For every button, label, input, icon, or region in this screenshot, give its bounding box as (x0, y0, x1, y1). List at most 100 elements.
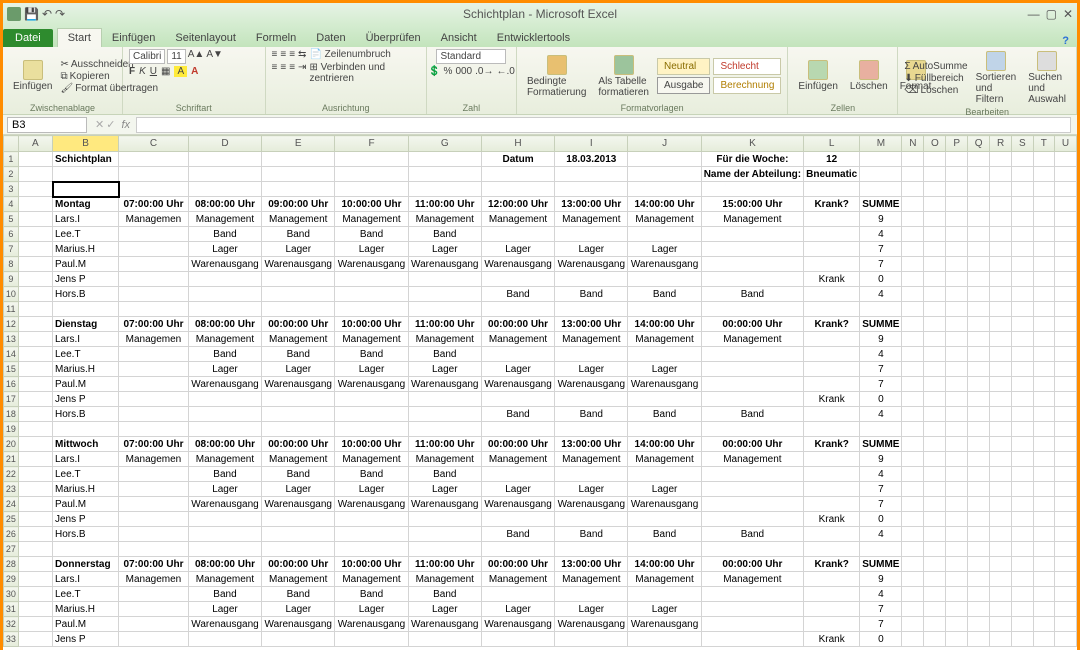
cell-K11[interactable] (701, 302, 803, 317)
cell-T18[interactable] (1033, 407, 1054, 422)
cell-J14[interactable] (628, 347, 701, 362)
cell-U24[interactable] (1054, 497, 1076, 512)
cell-R26[interactable] (990, 527, 1012, 542)
cell-S12[interactable] (1012, 317, 1034, 332)
cell-E31[interactable]: Lager (262, 602, 335, 617)
cell-A11[interactable] (18, 302, 52, 317)
cell-H29[interactable]: Management (481, 572, 554, 587)
cell-N3[interactable] (902, 182, 924, 197)
cell-B4[interactable]: Montag (53, 197, 119, 212)
cell-Q5[interactable] (968, 212, 990, 227)
cell-I18[interactable]: Band (555, 407, 628, 422)
cell-K12[interactable]: 00:00:00 Uhr (701, 317, 803, 332)
cell-G29[interactable]: Management (408, 572, 481, 587)
cell-H16[interactable]: Warenausgang (481, 377, 554, 392)
cell-A10[interactable] (18, 287, 52, 302)
cell-B32[interactable]: Paul.M (53, 617, 119, 632)
cell-L33[interactable]: Krank (804, 632, 860, 647)
cell-S10[interactable] (1012, 287, 1034, 302)
cell-M27[interactable] (860, 542, 902, 557)
cell-I17[interactable] (555, 392, 628, 407)
cell-R9[interactable] (990, 272, 1012, 287)
cell-A8[interactable] (18, 257, 52, 272)
cell-L32[interactable] (804, 617, 860, 632)
cell-U13[interactable] (1054, 332, 1076, 347)
cell-F3[interactable] (335, 182, 408, 197)
row-header[interactable]: 28 (4, 557, 19, 572)
cell-E25[interactable] (262, 512, 335, 527)
col-header-G[interactable]: G (408, 136, 481, 152)
worksheet[interactable]: ABCDEFGHIJKLMNOPQRSTU1SchichtplanDatum18… (3, 135, 1077, 650)
cell-U31[interactable] (1054, 602, 1076, 617)
cell-C13[interactable]: Managemen (119, 332, 189, 347)
cell-S2[interactable] (1012, 167, 1034, 182)
cell-E24[interactable]: Warenausgang (262, 497, 335, 512)
cell-R23[interactable] (990, 482, 1012, 497)
cell-O10[interactable] (924, 287, 946, 302)
cell-S13[interactable] (1012, 332, 1034, 347)
cell-Q33[interactable] (968, 632, 990, 647)
cell-O32[interactable] (924, 617, 946, 632)
cell-I13[interactable]: Management (555, 332, 628, 347)
row-header[interactable]: 2 (4, 167, 19, 182)
cell-G23[interactable]: Lager (408, 482, 481, 497)
cell-Q16[interactable] (968, 377, 990, 392)
row-header[interactable]: 15 (4, 362, 19, 377)
cell-C17[interactable] (119, 392, 189, 407)
cell-S33[interactable] (1012, 632, 1034, 647)
cell-D8[interactable]: Warenausgang (188, 257, 261, 272)
cell-T7[interactable] (1033, 242, 1054, 257)
cell-T10[interactable] (1033, 287, 1054, 302)
cell-G10[interactable] (408, 287, 481, 302)
cell-C30[interactable] (119, 587, 189, 602)
cell-K14[interactable] (701, 347, 803, 362)
cell-P31[interactable] (946, 602, 968, 617)
row-header[interactable]: 23 (4, 482, 19, 497)
cell-F11[interactable] (335, 302, 408, 317)
cell-N10[interactable] (902, 287, 924, 302)
cell-K1[interactable]: Für die Woche: (701, 152, 803, 167)
cell-O4[interactable] (924, 197, 946, 212)
tab-review[interactable]: Überprüfen (356, 29, 431, 47)
cell-H11[interactable] (481, 302, 554, 317)
cell-Q31[interactable] (968, 602, 990, 617)
cell-N25[interactable] (902, 512, 924, 527)
cell-D17[interactable] (188, 392, 261, 407)
cell-Q26[interactable] (968, 527, 990, 542)
cell-B11[interactable] (53, 302, 119, 317)
cell-S23[interactable] (1012, 482, 1034, 497)
cell-N26[interactable] (902, 527, 924, 542)
cell-U3[interactable] (1054, 182, 1076, 197)
cell-L26[interactable] (804, 527, 860, 542)
cell-F29[interactable]: Management (335, 572, 408, 587)
cell-L23[interactable] (804, 482, 860, 497)
cell-R7[interactable] (990, 242, 1012, 257)
cell-R4[interactable] (990, 197, 1012, 212)
tab-data[interactable]: Daten (306, 29, 355, 47)
cell-B33[interactable]: Jens P (53, 632, 119, 647)
cell-J30[interactable] (628, 587, 701, 602)
cell-O9[interactable] (924, 272, 946, 287)
cell-H5[interactable]: Management (481, 212, 554, 227)
cell-G30[interactable]: Band (408, 587, 481, 602)
cell-L25[interactable]: Krank (804, 512, 860, 527)
cell-G12[interactable]: 11:00:00 Uhr (408, 317, 481, 332)
cell-U15[interactable] (1054, 362, 1076, 377)
cell-U4[interactable] (1054, 197, 1076, 212)
underline-button[interactable]: U (150, 66, 157, 77)
cell-T25[interactable] (1033, 512, 1054, 527)
cell-T16[interactable] (1033, 377, 1054, 392)
cell-N16[interactable] (902, 377, 924, 392)
cell-F33[interactable] (335, 632, 408, 647)
cell-Q1[interactable] (968, 152, 990, 167)
cell-N11[interactable] (902, 302, 924, 317)
cell-J21[interactable]: Management (628, 452, 701, 467)
cell-S26[interactable] (1012, 527, 1034, 542)
row-header[interactable]: 17 (4, 392, 19, 407)
bold-button[interactable]: F (129, 66, 135, 77)
cell-R11[interactable] (990, 302, 1012, 317)
help-icon[interactable]: ? (1062, 35, 1069, 47)
cell-K33[interactable] (701, 632, 803, 647)
cell-P8[interactable] (946, 257, 968, 272)
cell-O12[interactable] (924, 317, 946, 332)
